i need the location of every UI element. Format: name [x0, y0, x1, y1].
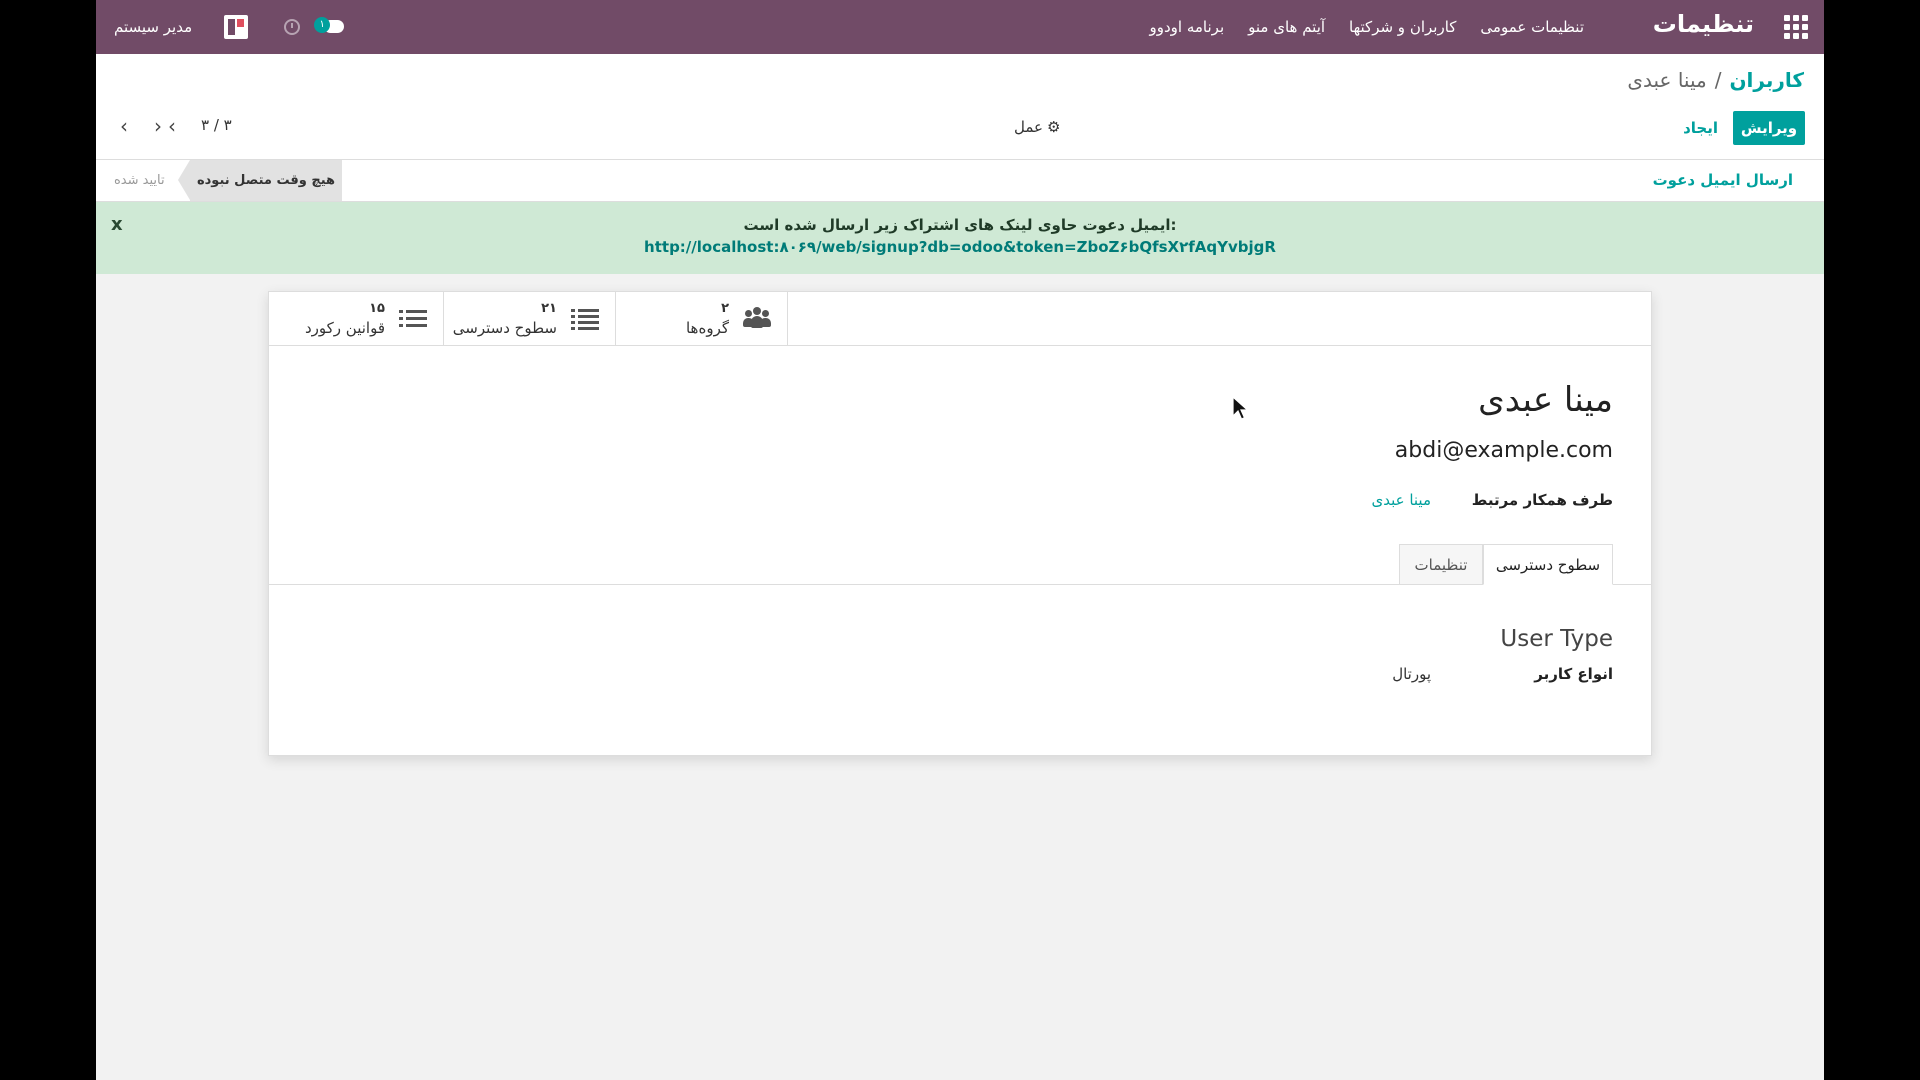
chat-icon[interactable]: ۱	[314, 17, 348, 37]
user-menu-name[interactable]: مدیر سیستم	[114, 18, 192, 36]
control-panel: کاربران / مینا عبدی ویرایش ایجاد عمل ⚙ ۳…	[96, 54, 1824, 160]
record-rules-count: ۱۵	[369, 301, 385, 316]
list-icon	[571, 306, 599, 332]
mouse-cursor-icon	[1232, 396, 1250, 420]
groups-count: ۲	[721, 301, 729, 316]
avatar[interactable]	[224, 15, 249, 39]
breadcrumb-separator: /	[1714, 68, 1722, 92]
app-window: تنظیمات تنظیمات عمومی کاربران و شرکتها آ…	[96, 0, 1824, 1080]
breadcrumb: کاربران / مینا عبدی	[1627, 68, 1804, 92]
user-name-title[interactable]: مینا عبدی	[1478, 380, 1613, 420]
groups-label: گروه‌ها	[685, 319, 729, 337]
status-bar: ارسال ایمیل دعوت هیچ وقت متصل نبوده تایی…	[96, 160, 1824, 202]
smart-button-groups[interactable]: ۲ گروه‌ها	[616, 292, 788, 346]
partner-field-value[interactable]: مینا عبدی	[1371, 491, 1431, 509]
gear-icon: ⚙	[1046, 118, 1061, 136]
systray: مدیر سیستم ۱	[114, 0, 348, 54]
list-icon	[399, 306, 427, 332]
breadcrumb-current: مینا عبدی	[1627, 68, 1707, 92]
chat-badge: ۱	[314, 17, 331, 33]
pager-value[interactable]: ۳ / ۳	[201, 116, 232, 134]
chevron-left-icon[interactable]: ‹	[120, 114, 128, 138]
action-label: عمل	[1014, 118, 1043, 136]
menu-item-users-companies[interactable]: کاربران و شرکتها	[1349, 18, 1456, 36]
main-menu: تنظیمات عمومی کاربران و شرکتها آیتم های …	[1150, 0, 1585, 54]
create-button[interactable]: ایجاد	[1683, 111, 1718, 145]
user-type-value[interactable]: پورتال	[1392, 665, 1431, 683]
breadcrumb-users-link[interactable]: کاربران	[1729, 68, 1804, 92]
menu-item-odoo-app[interactable]: برنامه اودوو	[1150, 18, 1225, 36]
access-rights-label: سطوح دسترسی	[452, 319, 557, 337]
stage-confirmed[interactable]: تایید شده	[114, 160, 165, 201]
clock-icon[interactable]	[284, 19, 301, 35]
form-sheet: ۲ گروه‌ها ۲۱ سطوح دسترسی ۱۵	[268, 291, 1652, 756]
stage-never-connected[interactable]: هیچ وقت متصل نبوده	[178, 160, 342, 201]
notebook-tabs: سطوح دسترسی تنظیمات	[269, 544, 1651, 585]
app-brand[interactable]: تنظیمات	[1653, 10, 1754, 38]
menu-item-menu-items[interactable]: آیتم های منو	[1248, 18, 1325, 36]
user-type-label: انواع کاربر	[1534, 665, 1613, 683]
smart-button-access-rights[interactable]: ۲۱ سطوح دسترسی	[444, 292, 616, 346]
action-dropdown[interactable]: عمل ⚙	[1014, 118, 1060, 136]
button-box: ۲ گروه‌ها ۲۱ سطوح دسترسی ۱۵	[269, 292, 1651, 346]
invitation-alert: x ایمیل دعوت حاوی لینک های اشتراک زیر ار…	[96, 202, 1824, 274]
pager-previous-icon[interactable]: ‹	[168, 114, 176, 138]
user-type-group-title: User Type	[1500, 626, 1613, 652]
apps-grid-icon[interactable]	[1784, 15, 1808, 39]
signup-link[interactable]: http://localhost:۸۰۶۹/web/signup?db=odoo…	[96, 238, 1824, 256]
edit-button[interactable]: ویرایش	[1733, 111, 1805, 145]
partner-field-label: طرف همکار مرتبط	[1471, 491, 1613, 509]
tab-preferences[interactable]: تنظیمات	[1399, 544, 1483, 585]
menu-item-general-settings[interactable]: تنظیمات عمومی	[1480, 18, 1584, 36]
user-email[interactable]: abdi@example.com	[1395, 438, 1613, 463]
tab-access-rights[interactable]: سطوح دسترسی	[1483, 544, 1613, 585]
send-invitation-button[interactable]: ارسال ایمیل دعوت	[1653, 171, 1793, 189]
smart-button-record-rules[interactable]: ۱۵ قوانین رکورد	[272, 292, 444, 346]
access-rights-count: ۲۱	[541, 301, 557, 316]
chevron-right-icon[interactable]: ›	[154, 114, 162, 138]
record-rules-label: قوانین رکورد	[304, 319, 385, 337]
top-navbar: تنظیمات تنظیمات عمومی کاربران و شرکتها آ…	[96, 0, 1824, 54]
users-icon	[743, 306, 771, 332]
alert-message: ایمیل دعوت حاوی لینک های اشتراک زیر ارسا…	[743, 216, 1177, 234]
